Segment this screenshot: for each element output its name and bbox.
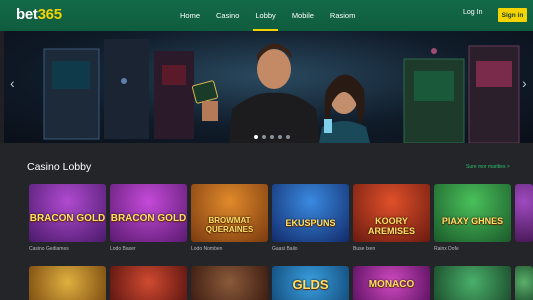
hero-pagination <box>254 135 290 139</box>
game-card[interactable] <box>110 266 187 300</box>
game-card[interactable]: PIAXY GHNES <box>434 184 511 242</box>
hero-illustration <box>43 39 520 143</box>
game-label: Gaasi Bailo <box>272 246 298 252</box>
game-card[interactable] <box>191 266 268 300</box>
game-title: BRACON GOLD <box>110 213 187 224</box>
hero-dot[interactable] <box>262 135 266 139</box>
game-label: Lodo Nomben <box>191 246 223 252</box>
main-nav: Home Casino Lobby Mobile Rasiom <box>172 0 363 31</box>
game-card[interactable]: MONACO <box>353 266 430 300</box>
game-label: Casino Gediames <box>29 246 69 252</box>
casino-lobby-section: Casino Lobby Sure mor marities > BRACON … <box>0 143 533 300</box>
hero-banner[interactable]: ‹ › <box>4 31 533 143</box>
hero-dot[interactable] <box>278 135 282 139</box>
game-card[interactable] <box>434 266 511 300</box>
see-more-link[interactable]: Sure mor marities > <box>466 164 510 170</box>
nav-mobile[interactable]: Mobile <box>284 0 322 31</box>
logo-text-yellow: 365 <box>37 6 62 23</box>
nav-home[interactable]: Home <box>172 0 208 31</box>
game-label: Rainx Dofe <box>434 246 459 252</box>
game-card[interactable] <box>515 266 533 300</box>
hero-dot[interactable] <box>286 135 290 139</box>
nav-rasiom[interactable]: Rasiom <box>322 0 363 31</box>
game-card[interactable]: BRACON GOLD <box>110 184 187 242</box>
section-title: Casino Lobby <box>27 161 92 173</box>
game-title: KOORY AREMISES <box>367 216 415 236</box>
hero-next-arrow[interactable]: › <box>522 75 527 91</box>
game-title: BROWMAT QUERAINES <box>205 216 254 234</box>
game-card[interactable] <box>515 184 533 242</box>
game-card[interactable]: GLDS <box>272 266 349 300</box>
game-card[interactable]: BRACON GOLD <box>29 184 106 242</box>
top-header: bet365 Home Casino Lobby Mobile Rasiom L… <box>0 0 533 31</box>
hero-dot[interactable] <box>270 135 274 139</box>
game-card[interactable]: KOORY AREMISES <box>353 184 430 242</box>
game-title: BRACON GOLD <box>29 213 106 224</box>
nav-lobby[interactable]: Lobby <box>247 0 283 31</box>
game-card[interactable]: BROWMAT QUERAINES <box>191 184 268 242</box>
casino-page: bet365 Home Casino Lobby Mobile Rasiom L… <box>0 0 533 300</box>
game-title: PIAXY GHNES <box>441 216 504 226</box>
game-label: Buse Ixen <box>353 246 376 252</box>
game-title: GLDS <box>292 277 329 292</box>
game-card[interactable] <box>29 266 106 300</box>
hero-prev-arrow[interactable]: ‹ <box>10 75 15 91</box>
signin-button[interactable]: Sign in <box>498 8 527 22</box>
game-label: Lodo Baxer <box>110 246 136 252</box>
game-title: EKUSPUNS <box>285 218 336 228</box>
game-card[interactable]: EKUSPUNS <box>272 184 349 242</box>
logo-text-white: bet <box>16 6 38 23</box>
login-link[interactable]: Log In <box>463 9 482 16</box>
nav-casino[interactable]: Casino <box>208 0 247 31</box>
brand-logo[interactable]: bet365 <box>16 6 62 23</box>
hero-dot[interactable] <box>254 135 258 139</box>
game-title: MONACO <box>368 279 415 290</box>
